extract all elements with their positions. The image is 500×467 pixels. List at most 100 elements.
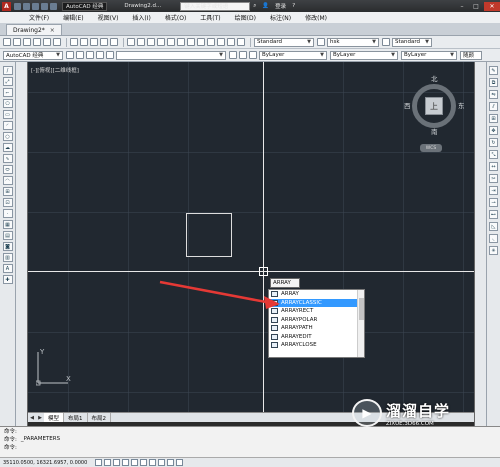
erase-icon[interactable]: ✎ [489, 66, 498, 75]
close-icon[interactable]: ✕ [484, 1, 500, 11]
lineweight-icon[interactable] [176, 459, 184, 466]
print-icon[interactable] [33, 38, 41, 46]
layer-dropdown[interactable]: ▼ [116, 50, 226, 60]
search-input[interactable]: 键入关键字或短语 [180, 1, 251, 11]
match-properties-icon[interactable] [100, 38, 108, 46]
login-link[interactable]: 登录 [272, 2, 289, 11]
ellipse-icon[interactable]: ⬭ [2, 165, 13, 174]
polar-tracking-icon[interactable] [131, 459, 139, 466]
zoom-realtime-icon[interactable] [157, 38, 165, 46]
multiline-text-icon[interactable]: A [2, 264, 13, 273]
autocomplete-item[interactable]: ARRAYRECT [269, 307, 357, 316]
pan-icon[interactable] [147, 38, 155, 46]
menu-dimension[interactable]: 标注(N) [263, 13, 298, 22]
arc-icon[interactable]: ◜ [2, 121, 13, 130]
lock-icon[interactable] [106, 51, 114, 59]
sun-icon[interactable] [96, 51, 104, 59]
revision-cloud-icon[interactable]: ☁ [2, 143, 13, 152]
calculator-icon[interactable] [237, 38, 245, 46]
save-icon[interactable] [23, 38, 31, 46]
scrollbar-thumb[interactable] [359, 298, 364, 320]
menu-insert[interactable]: 插入(I) [125, 13, 157, 22]
tool-palettes-icon[interactable] [207, 38, 215, 46]
mirror-icon[interactable]: ⇋ [489, 90, 498, 99]
tab-model[interactable]: 模型 [44, 413, 65, 422]
gradient-icon[interactable]: ▤ [2, 231, 13, 240]
search-icon[interactable]: ⌕ [250, 2, 259, 11]
polygon-icon[interactable]: ⬠ [2, 99, 13, 108]
redo-icon[interactable] [137, 38, 145, 46]
object-snap-icon[interactable] [140, 459, 148, 466]
stretch-icon[interactable]: ↔ [489, 162, 498, 171]
copy-icon[interactable] [80, 38, 88, 46]
menu-view[interactable]: 视图(V) [91, 13, 126, 22]
workspace-settings-icon[interactable] [66, 51, 74, 59]
command-input-line[interactable]: 命令: [0, 443, 500, 451]
color-dropdown[interactable]: ByLayer ▼ [259, 50, 327, 60]
dim-style-dropdown[interactable]: hsk ▼ [327, 37, 379, 47]
linetype-dropdown[interactable]: ByLayer ▼ [330, 50, 398, 60]
make-block-icon[interactable]: ⊡ [2, 198, 13, 207]
autocomplete-item-selected[interactable]: ARRAYCLASSIC [269, 298, 357, 307]
menu-draw[interactable]: 绘图(D) [228, 13, 263, 22]
block-editor-icon[interactable] [110, 38, 118, 46]
scale-icon[interactable]: ⤡ [489, 150, 498, 159]
new-icon[interactable] [3, 38, 11, 46]
autocomplete-item[interactable]: ARRAY [269, 290, 357, 299]
drawing-canvas[interactable]: [-][俯视][二维线框] 上 北 南 东 西 WCS ARRAY ARRAY … [28, 62, 474, 412]
markup-icon[interactable] [227, 38, 235, 46]
user-icon[interactable]: 👤 [259, 2, 272, 11]
region-icon[interactable]: ◙ [2, 242, 13, 251]
construction-line-icon[interactable]: ⤢ [2, 77, 13, 86]
array-icon[interactable]: ⊞ [489, 114, 498, 123]
autocomplete-item[interactable]: ARRAYPOLAR [269, 316, 357, 325]
save-icon[interactable] [32, 2, 39, 10]
undo-icon[interactable] [41, 2, 48, 10]
extend-icon[interactable]: ⇥ [489, 186, 498, 195]
break-icon[interactable]: ⊸ [489, 198, 498, 207]
workspace-select[interactable]: AutoCAD 经典 ▼ [3, 50, 63, 60]
fillet-icon[interactable]: ◟ [489, 234, 498, 243]
design-center-icon[interactable] [197, 38, 205, 46]
3d-object-snap-icon[interactable] [149, 459, 157, 466]
zoom-previous-icon[interactable] [177, 38, 185, 46]
menu-edit[interactable]: 编辑(E) [56, 13, 90, 22]
preview-icon[interactable] [43, 38, 51, 46]
text-style-dropdown[interactable]: Standard ▼ [254, 37, 314, 47]
tab-drawing2[interactable]: Drawing2* × [6, 24, 62, 35]
compass-east[interactable]: 东 [458, 100, 465, 110]
copy-object-icon[interactable]: ⧉ [489, 78, 498, 87]
wcs-menu-button[interactable]: WCS [420, 144, 442, 152]
autocad-logo-icon[interactable]: A [2, 1, 11, 11]
ellipse-arc-icon[interactable]: ◠ [2, 176, 13, 185]
explode-icon[interactable]: ✳ [489, 246, 498, 255]
sheet-set-icon[interactable] [217, 38, 225, 46]
dynamic-input-icon[interactable] [167, 459, 175, 466]
lineweight-dropdown[interactable]: ByLayer ▼ [401, 50, 457, 60]
viewcube-top-face[interactable]: 上 [425, 97, 443, 115]
autocomplete-scrollbar[interactable] [357, 290, 364, 357]
coordinates-readout[interactable]: 35110.0500, 16321.6957, 0.0000 [3, 460, 87, 466]
help-icon[interactable]: ? [289, 2, 298, 11]
dynamic-command-input[interactable]: ARRAY [270, 278, 300, 288]
join-icon[interactable]: ⊷ [489, 210, 498, 219]
next-tab-icon[interactable]: ▶ [36, 415, 44, 421]
grid-display-icon[interactable] [113, 459, 121, 466]
tab-layout2[interactable]: 布局2 [88, 413, 112, 422]
layer-previous-icon[interactable] [239, 51, 247, 59]
maximize-icon[interactable]: □ [470, 2, 482, 11]
viewcube[interactable]: 上 北 南 东 西 [404, 75, 468, 140]
viewport-controls-label[interactable]: [-][俯视][二维线框] [31, 66, 79, 74]
lightbulb-icon[interactable] [86, 51, 94, 59]
infer-constraints-icon[interactable] [95, 459, 103, 466]
compass-west[interactable]: 西 [404, 100, 411, 110]
chamfer-icon[interactable]: ◺ [489, 222, 498, 231]
autocomplete-item[interactable]: ARRAYCLOSE [269, 341, 357, 350]
drawn-rectangle[interactable] [186, 213, 232, 257]
insert-block-icon[interactable]: ⊞ [2, 187, 13, 196]
menu-modify[interactable]: 修改(M) [298, 13, 334, 22]
make-current-icon[interactable] [229, 51, 237, 59]
move-icon[interactable]: ✥ [489, 126, 498, 135]
table-style-dropdown[interactable]: Standard ▼ [392, 37, 432, 47]
object-snap-tracking-icon[interactable] [158, 459, 166, 466]
